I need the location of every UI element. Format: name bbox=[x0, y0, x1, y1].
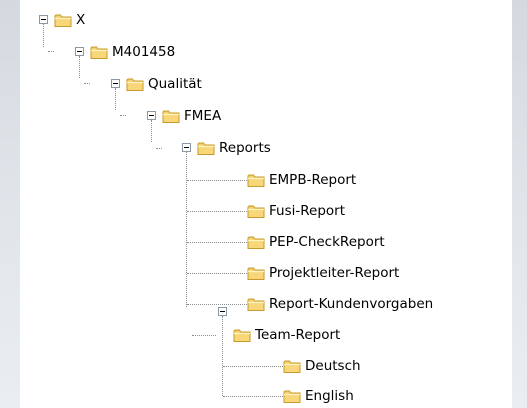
minus-icon bbox=[113, 83, 118, 84]
tree-node-deutsch[interactable]: Deutsch bbox=[283, 356, 361, 376]
tree-guide-line bbox=[156, 148, 162, 149]
tree-node-fmea[interactable]: FMEA bbox=[162, 106, 221, 126]
minus-icon bbox=[41, 19, 46, 20]
tree-node-label: EMPB-Report bbox=[269, 172, 357, 188]
minus-icon bbox=[149, 115, 154, 116]
tree-guide-line bbox=[186, 152, 187, 307]
folder-icon bbox=[162, 109, 180, 124]
tree-guide-line bbox=[192, 335, 216, 336]
tree-node-label: Deutsch bbox=[305, 358, 361, 374]
tree-guide-line bbox=[79, 56, 80, 78]
tree-node-label: M401458 bbox=[112, 44, 176, 60]
tree-node-label: Report-Kundenvorgaben bbox=[269, 296, 434, 312]
folder-icon bbox=[233, 328, 251, 343]
collapse-toggle-fmea[interactable] bbox=[147, 111, 156, 120]
tree-guide-line bbox=[187, 242, 247, 243]
folder-icon bbox=[54, 13, 72, 28]
tree-guide-line bbox=[222, 316, 223, 396]
tree-node-english[interactable]: English bbox=[283, 386, 354, 406]
minus-icon bbox=[220, 311, 225, 312]
tree-guide-line bbox=[187, 273, 247, 274]
tree-node-team-report[interactable]: Team-Report bbox=[233, 325, 340, 345]
tree-guide-line bbox=[84, 83, 90, 84]
minus-icon bbox=[77, 51, 82, 52]
tree-guide-line bbox=[223, 366, 283, 367]
folder-icon bbox=[90, 45, 108, 60]
folder-icon bbox=[126, 77, 144, 92]
tree-guide-line bbox=[120, 115, 126, 116]
tree-node-label: Qualität bbox=[148, 76, 202, 92]
tree-node-label: English bbox=[305, 388, 354, 404]
tree-node-fusi-report[interactable]: Fusi-Report bbox=[247, 201, 345, 221]
folder-icon bbox=[197, 141, 215, 156]
folder-icon bbox=[247, 204, 265, 219]
folder-icon bbox=[283, 359, 301, 374]
tree-guide-line bbox=[48, 51, 54, 52]
tree-node-projektleiter-report[interactable]: Projektleiter-Report bbox=[247, 263, 399, 283]
folder-icon bbox=[247, 235, 265, 250]
tree-node-m401458[interactable]: M401458 bbox=[90, 42, 175, 62]
collapse-toggle-reports[interactable] bbox=[182, 143, 191, 152]
folder-icon bbox=[247, 173, 265, 188]
tree-guide-line bbox=[115, 88, 116, 110]
collapse-toggle-x[interactable] bbox=[39, 15, 48, 24]
tree-node-label: Projektleiter-Report bbox=[269, 265, 400, 281]
collapse-toggle-team-report[interactable] bbox=[218, 307, 227, 316]
tree-node-qualitaet[interactable]: Qualität bbox=[126, 74, 202, 94]
tree-guide-line bbox=[223, 396, 283, 397]
tree-node-label: X bbox=[76, 12, 86, 28]
tree-guide-line bbox=[187, 304, 247, 305]
tree-guide-line bbox=[151, 120, 152, 142]
tree-guide-line bbox=[43, 23, 44, 47]
folder-icon bbox=[247, 266, 265, 281]
collapse-toggle-qualitaet[interactable] bbox=[111, 79, 120, 88]
tree-node-label: Reports bbox=[219, 140, 271, 156]
collapse-toggle-m401458[interactable] bbox=[75, 47, 84, 56]
tree-node-pep-checkreport[interactable]: PEP-CheckReport bbox=[247, 232, 385, 252]
tree-node-label: Team-Report bbox=[255, 327, 341, 343]
tree-guide-line bbox=[187, 180, 247, 181]
tree-node-x[interactable]: X bbox=[54, 10, 85, 30]
folder-icon bbox=[283, 389, 301, 404]
minus-icon bbox=[184, 147, 189, 148]
tree-node-reports[interactable]: Reports bbox=[197, 138, 271, 158]
tree-node-label: Fusi-Report bbox=[269, 203, 345, 219]
folder-tree: X M401458 Qualität FMEA Reports EMPB-Rep… bbox=[0, 0, 527, 408]
folder-icon bbox=[247, 297, 265, 312]
tree-node-empb-report[interactable]: EMPB-Report bbox=[247, 170, 356, 190]
tree-node-report-kundenvorgaben[interactable]: Report-Kundenvorgaben bbox=[247, 294, 433, 314]
tree-guide-line bbox=[187, 211, 247, 212]
tree-node-label: PEP-CheckReport bbox=[269, 234, 385, 250]
tree-node-label: FMEA bbox=[184, 108, 222, 124]
